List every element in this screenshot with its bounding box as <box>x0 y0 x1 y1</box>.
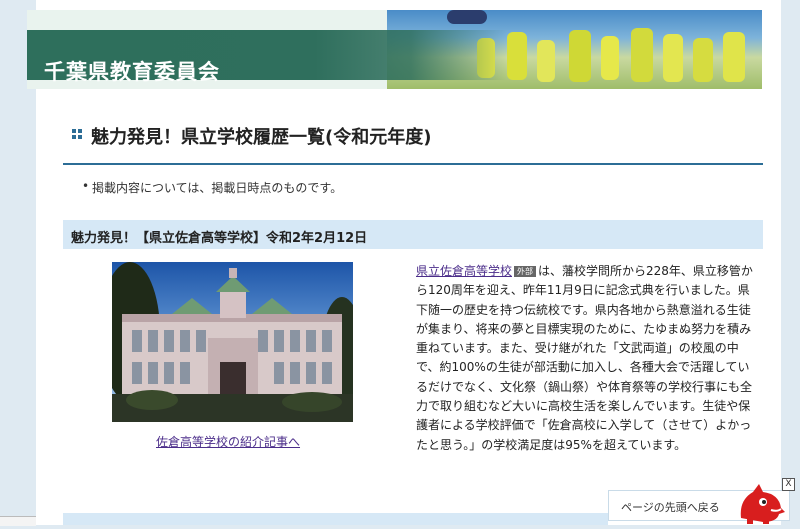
school-building-illustration <box>112 262 353 422</box>
notice-text: 掲載内容については、掲載日時点のものです。 <box>82 179 342 196</box>
article-body: 県立佐倉高等学校 外部 は、藩校学問所から228年、県立移管から120周年を迎え、昨… <box>416 262 756 455</box>
chiba-kun-mascot-icon[interactable] <box>733 478 789 525</box>
page-heading: 魅力発見！県立学校履歴一覧(令和元年度) <box>63 117 763 165</box>
school-article-link[interactable]: 佐倉高等学校の紹介記事へ <box>156 433 300 450</box>
site-title[interactable]: 千葉県教育委員会 <box>44 56 220 86</box>
page-title: 魅力発見！県立学校履歴一覧(令和元年度) <box>91 127 432 148</box>
school-link[interactable]: 県立佐倉高等学校 <box>416 264 512 278</box>
article-header: 魅力発見！【県立佐倉高等学校】令和2年2月12日 <box>63 220 763 249</box>
article-description: は、藩校学問所から228年、県立移管から120周年を迎え、昨年11月9日に記念式… <box>416 264 753 452</box>
external-link-badge: 外部 <box>514 266 537 277</box>
school-building-photo[interactable] <box>112 262 353 422</box>
back-to-top-label: ページの先頭へ戻る <box>621 501 720 514</box>
close-icon[interactable]: X <box>782 478 795 491</box>
banner-title-bar: 千葉県教育委員会 <box>27 30 507 84</box>
site-banner: 千葉県教育委員会 <box>27 10 762 89</box>
heading-bullet-icon <box>72 129 82 139</box>
article-title: 魅力発見！【県立佐倉高等学校】令和2年2月12日 <box>71 231 368 246</box>
next-section-bar <box>63 513 608 525</box>
